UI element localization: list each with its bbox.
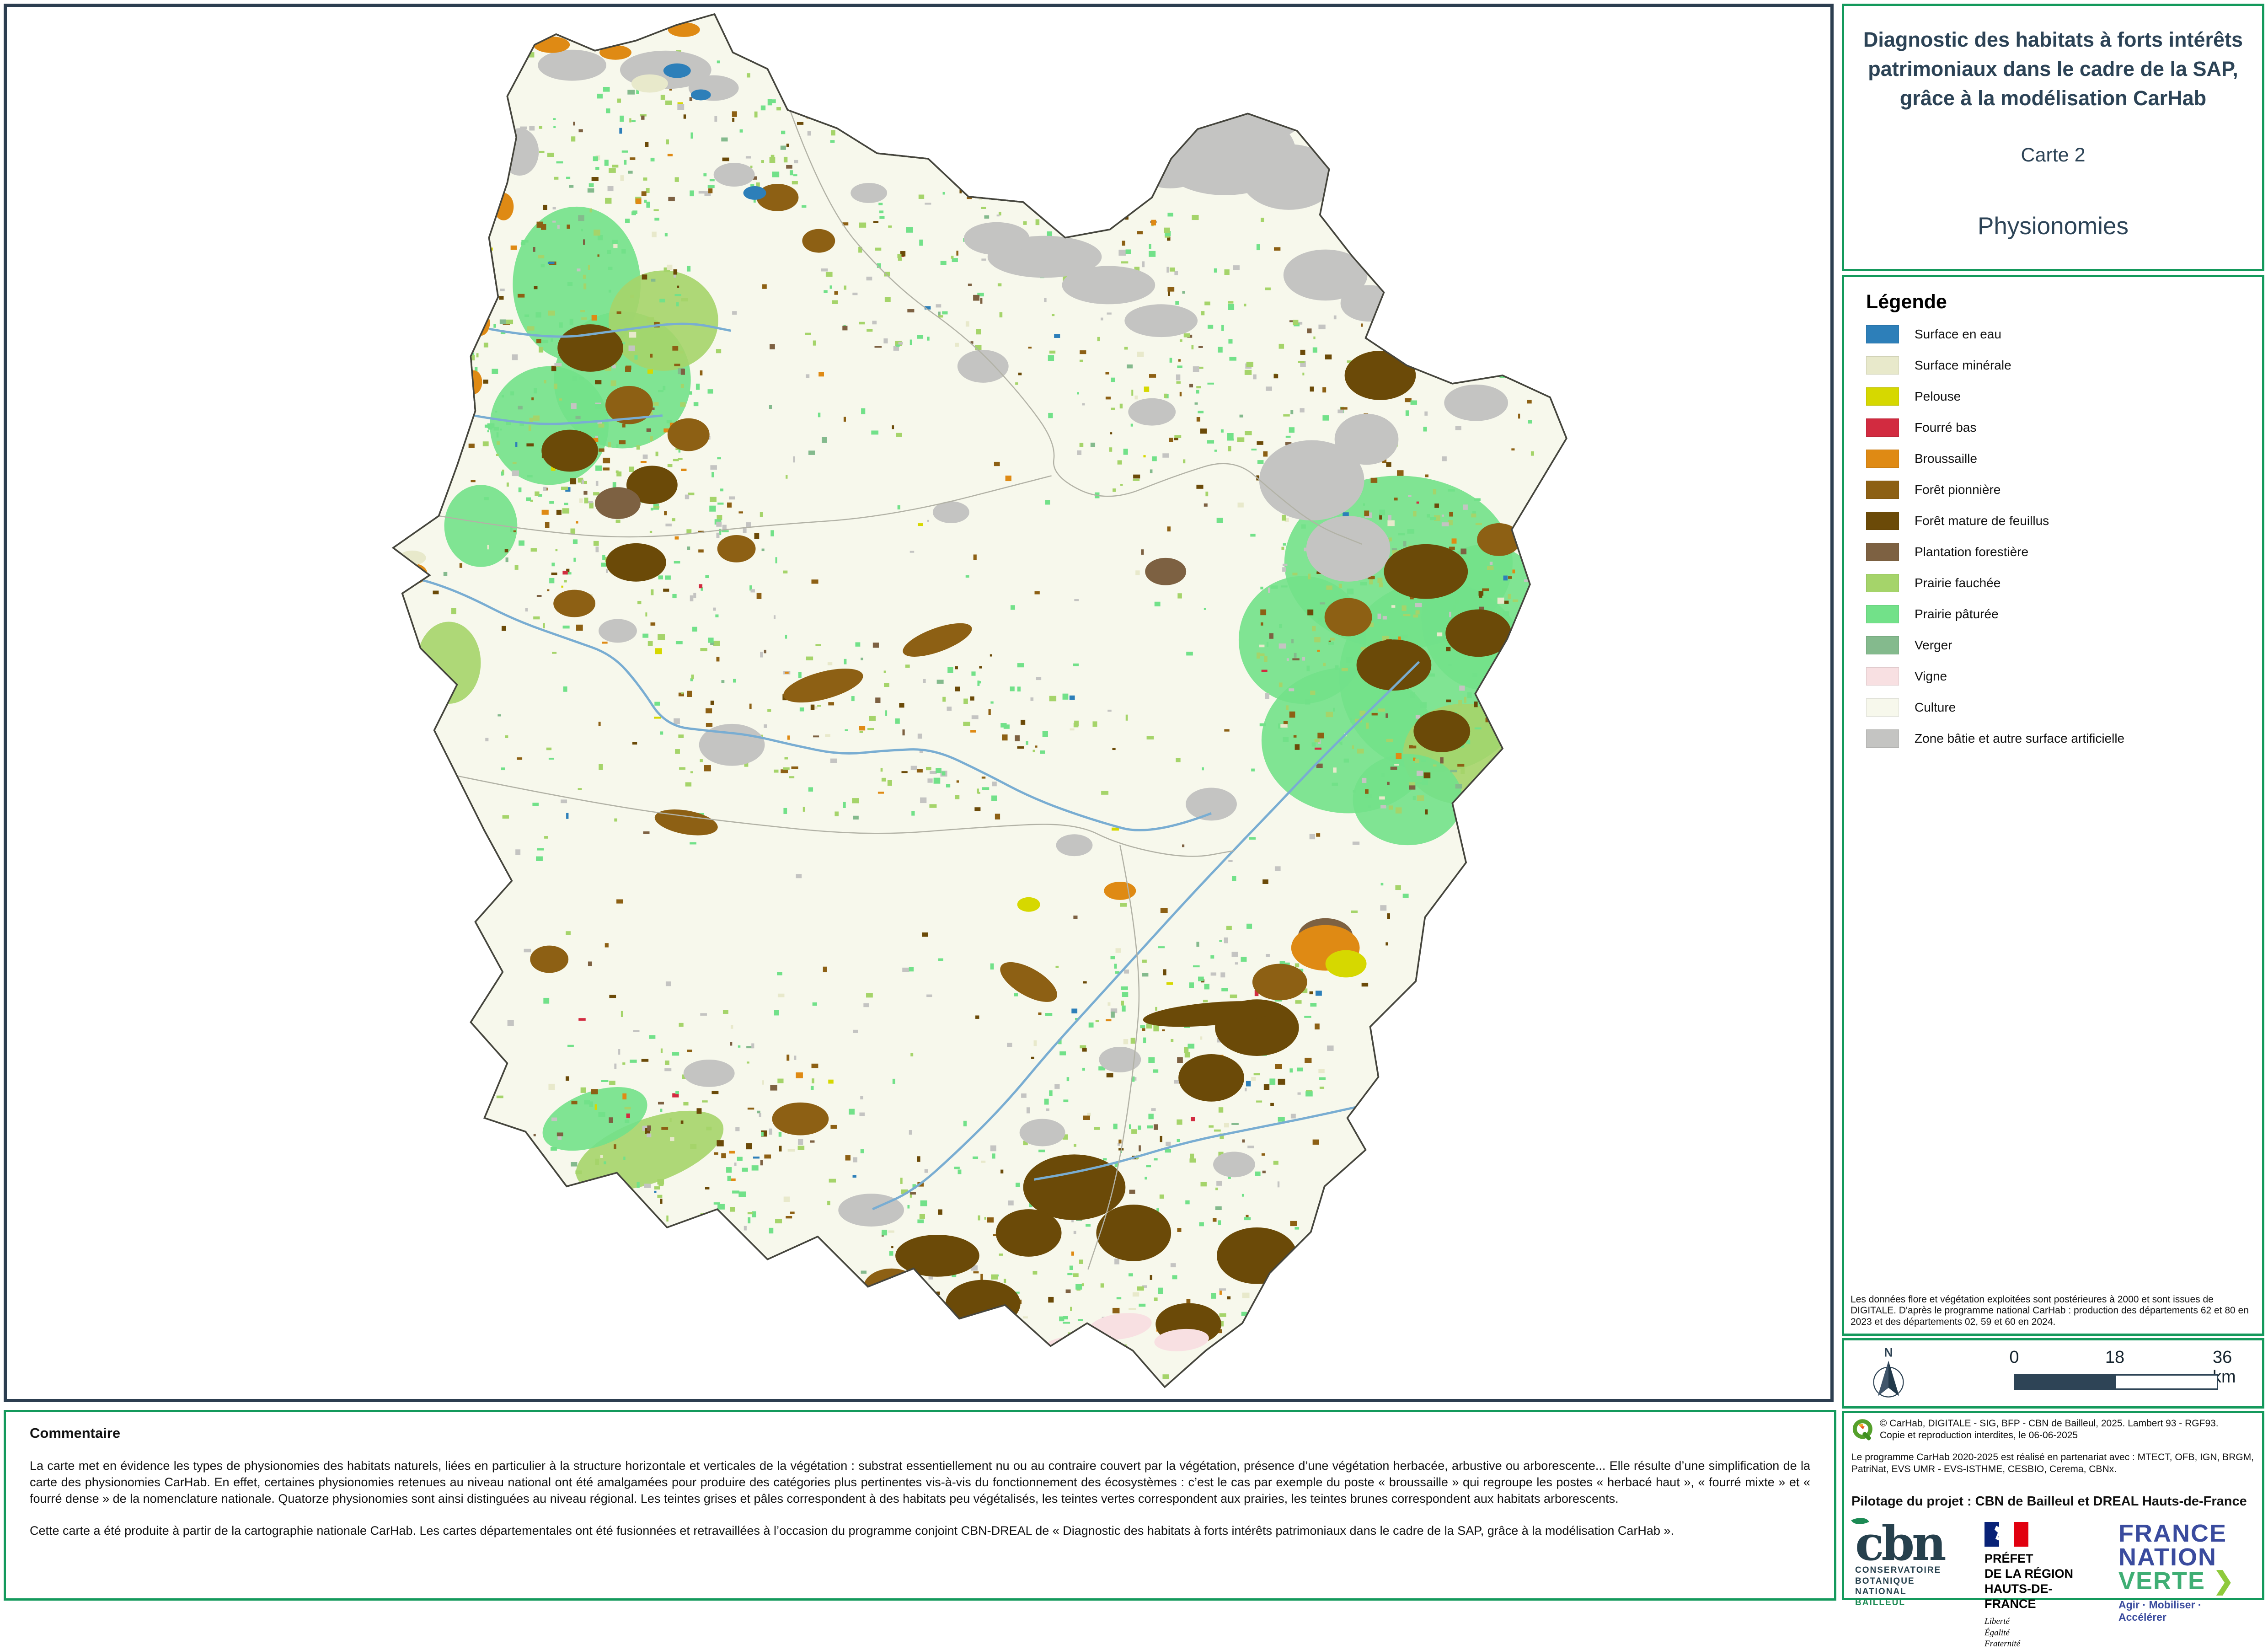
- copyright-line-2: Copie et reproduction interdites, le 06-…: [1880, 1430, 2219, 1441]
- legend-swatch: [1866, 636, 1899, 654]
- prefet-logo: PRÉFET DE LA RÉGION HAUTS-DE-FRANCE Libe…: [1984, 1522, 2103, 1650]
- legend-swatch: [1866, 729, 1899, 748]
- legend-label: Verger: [1915, 638, 1952, 653]
- scale-tick-0: 0: [2009, 1348, 2019, 1367]
- programme-text: Le programme CarHab 2020-2025 est réalis…: [1851, 1452, 2255, 1475]
- legend-title: Légende: [1866, 291, 2262, 313]
- fnv-tagline: Agir · Mobiliser · Accélérer: [2118, 1599, 2251, 1623]
- title-panel: Diagnostic des habitats à forts intérêts…: [1842, 4, 2264, 271]
- legend-item: Forêt mature de feuillus: [1866, 512, 2262, 530]
- copyright-line-1: © CarHab, DIGITALE - SIG, BFP - CBN de B…: [1880, 1418, 2219, 1430]
- prefet-line-3: HAUTS-DE-FRANCE: [1984, 1581, 2103, 1612]
- north-arrow-icon: N: [1868, 1346, 1909, 1404]
- legend-label: Culture: [1915, 700, 1956, 715]
- legend-label: Broussaille: [1915, 451, 1977, 466]
- map-panel: [4, 4, 1834, 1402]
- prefet-line-1: PRÉFET: [1984, 1551, 2103, 1566]
- legend-label: Plantation forestière: [1915, 545, 2028, 559]
- french-flag-icon: [1984, 1522, 2028, 1547]
- legend-swatch: [1866, 698, 1899, 717]
- comment-title: Commentaire: [30, 1425, 1810, 1441]
- legend-label: Surface minérale: [1915, 358, 2011, 373]
- legend-item: Prairie fauchée: [1866, 574, 2262, 592]
- legend-swatch: [1866, 667, 1899, 686]
- region-map: [7, 7, 1830, 1399]
- legend-label: Vigne: [1915, 669, 1947, 684]
- cbn-line-1: CONSERVATOIRE: [1855, 1565, 1969, 1576]
- legend-item: Verger: [1866, 636, 2262, 654]
- cbn-line-2: BOTANIQUE NATIONAL: [1855, 1576, 1969, 1598]
- legend-item: Zone bâtie et autre surface artificielle: [1866, 729, 2262, 748]
- motto-egalite: Égalité: [1984, 1628, 2103, 1639]
- legend-label: Fourré bas: [1915, 420, 1976, 435]
- legend-item: Forêt pionnière: [1866, 481, 2262, 499]
- fnv-line-2: NATION: [2118, 1546, 2251, 1570]
- comment-paragraph-1: La carte met en évidence les types de ph…: [30, 1458, 1810, 1507]
- region-map-svg: [7, 7, 1830, 1399]
- legend-item: Surface minérale: [1866, 356, 2262, 375]
- qgis-logo-icon: [1851, 1419, 1875, 1442]
- legend-swatch: [1866, 418, 1899, 437]
- motto-liberte: Liberté: [1984, 1616, 2103, 1628]
- north-label: N: [1884, 1346, 1893, 1359]
- legend-items: Surface en eau Surface minérale Pelouse Fou…: [1866, 325, 2262, 748]
- legend-label: Forêt pionnière: [1915, 482, 2001, 497]
- legend-swatch: [1866, 543, 1899, 561]
- fnv-line-3: VERTE: [2118, 1567, 2205, 1595]
- motto-fraternite: Fraternité: [1984, 1639, 2103, 1650]
- legend-label: Forêt mature de feuillus: [1915, 514, 2049, 528]
- legend-item: Pelouse: [1866, 387, 2262, 406]
- comment-panel: Commentaire La carte met en évidence les…: [4, 1410, 1836, 1601]
- legend-swatch: [1866, 387, 1899, 406]
- pilotage-text: Pilotage du projet : CBN de Bailleul et …: [1851, 1494, 2255, 1509]
- legend-item: Vigne: [1866, 667, 2262, 686]
- legend-swatch: [1866, 574, 1899, 592]
- legend-notes: Les données flore et végétation exploité…: [1851, 1294, 2256, 1328]
- credits-panel: © CarHab, DIGITALE - SIG, BFP - CBN de B…: [1842, 1411, 2264, 1600]
- legend-label: Surface en eau: [1915, 327, 2001, 342]
- legend-item: Fourré bas: [1866, 418, 2262, 437]
- map-number: Carte 2: [1844, 144, 2262, 166]
- map-subtitle: Physionomies: [1844, 212, 2262, 240]
- legend-label: Prairie pâturée: [1915, 607, 1999, 621]
- legend-swatch: [1866, 512, 1899, 530]
- legend-label: Zone bâtie et autre surface artificielle: [1915, 731, 2124, 746]
- cbn-line-3: BAILLEUL: [1855, 1597, 1969, 1608]
- legend-swatch: [1866, 605, 1899, 623]
- legend-item: Prairie pâturée: [1866, 605, 2262, 623]
- legend-swatch: [1866, 356, 1899, 375]
- cbn-mark: cbn: [1855, 1522, 1969, 1565]
- legend-item: Plantation forestière: [1866, 543, 2262, 561]
- legend-label: Pelouse: [1915, 389, 1961, 404]
- legend-swatch: [1866, 325, 1899, 343]
- cbn-logo: cbn CONSERVATOIRE BOTANIQUE NATIONAL BAI…: [1855, 1522, 1969, 1608]
- scale-panel: N 0 18 36 km: [1842, 1338, 2264, 1409]
- fnv-line-1: FRANCE: [2118, 1522, 2251, 1546]
- map-title: Diagnostic des habitats à forts intérêts…: [1844, 25, 2262, 113]
- legend-item: Broussaille: [1866, 450, 2262, 468]
- legend-swatch: [1866, 450, 1899, 468]
- fnv-chevron-icon: ❯: [2213, 1567, 2235, 1595]
- legend-label: Prairie fauchée: [1915, 576, 2001, 590]
- legend-item: Surface en eau: [1866, 325, 2262, 343]
- legend-swatch: [1866, 481, 1899, 499]
- scale-tick-18: 18: [2105, 1348, 2124, 1367]
- comment-paragraph-2: Cette carte a été produite à partir de l…: [30, 1523, 1810, 1539]
- legend-panel: Légende Surface en eau Surface minérale Pe…: [1842, 275, 2264, 1336]
- france-nation-verte-logo: FRANCE NATION VERTE ❯ Agir · Mobiliser ·…: [2118, 1522, 2251, 1623]
- scale-bar: [2014, 1374, 2218, 1390]
- prefet-line-2: DE LA RÉGION: [1984, 1566, 2103, 1581]
- legend-item: Culture: [1866, 698, 2262, 717]
